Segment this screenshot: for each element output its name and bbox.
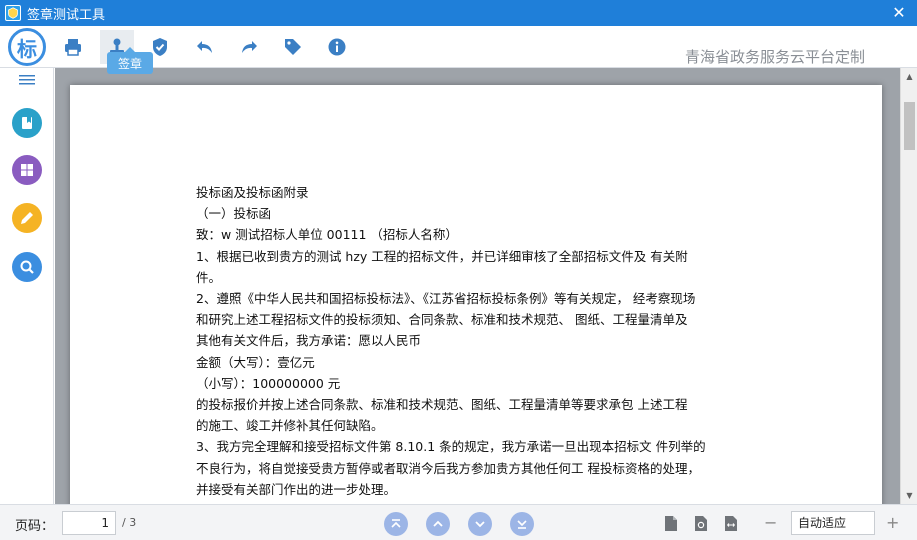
scroll-up-arrow[interactable]: ▲	[901, 68, 917, 85]
app-icon	[5, 5, 21, 21]
zoom-out-button[interactable]: −	[764, 513, 777, 532]
vertical-scrollbar[interactable]: ▲ ▼	[900, 68, 917, 504]
close-icon: ✕	[892, 2, 906, 22]
window-title: 签章测试工具	[27, 7, 106, 23]
verify-icon	[153, 38, 167, 56]
annotate-button[interactable]	[12, 203, 42, 233]
redo-button[interactable]	[232, 30, 266, 64]
sign-tooltip: 签章	[107, 47, 153, 74]
tag-button[interactable]	[276, 30, 310, 64]
left-sidebar	[0, 68, 54, 504]
document-viewport[interactable]: 投标函及投标函附录 （一）投标函致：w 测试招标人单位 00111 （招标人名称）…	[55, 68, 900, 504]
undo-button[interactable]	[188, 30, 222, 64]
search-icon	[20, 260, 34, 274]
pen-icon	[21, 212, 33, 224]
fit-page-icon[interactable]	[694, 515, 708, 532]
page-total: / 3	[122, 516, 137, 529]
document-line: 和研究上述工程招标文件的投标须知、合同条款、标准和技术规范、 图纸、工程量清单及	[196, 312, 688, 328]
document-line: 件。	[196, 269, 222, 285]
bookmark-button[interactable]	[12, 108, 42, 138]
last-page-icon	[517, 520, 527, 529]
document-text: 投标函及投标函附录 （一）投标函致：w 测试招标人单位 00111 （招标人名称）…	[196, 182, 766, 500]
document-line: 的施工、竣工并修补其任何缺陷。	[196, 418, 384, 434]
document-page: 投标函及投标函附录 （一）投标函致：w 测试招标人单位 00111 （招标人名称）…	[70, 85, 882, 504]
info-icon	[328, 38, 346, 56]
document-line: 1、根据已收到贵方的测试 hzy 工程的招标文件，并已详细审核了全部招标文件及 …	[196, 248, 688, 264]
next-page-button[interactable]	[468, 512, 492, 536]
page-number-input[interactable]	[62, 511, 116, 535]
chevron-up-icon	[433, 520, 443, 527]
document-line: 不良行为，将自觉接受贵方暂停或者取消今后我方参加贵方其他任何工 程投标资格的处理…	[196, 460, 700, 476]
print-icon	[65, 39, 81, 56]
page-label: 页码：	[15, 519, 55, 534]
document-line: （一）投标函	[196, 206, 272, 222]
menu-icon[interactable]	[19, 74, 35, 86]
first-page-icon	[391, 519, 401, 528]
document-line: 的投标报价并按上述合同条款、标准和技术规范、图纸、工程量清单等要求承包 上述工程	[196, 397, 688, 413]
thumbnail-button[interactable]	[12, 155, 42, 185]
fit-width-icon[interactable]	[724, 515, 738, 532]
close-button[interactable]: ✕	[889, 2, 909, 22]
last-page-button[interactable]	[510, 512, 534, 536]
zoom-in-button[interactable]: +	[886, 513, 899, 532]
brand-text: 青海省政务服务云平台定制	[684, 48, 865, 66]
zoom-select[interactable]: 自动适应	[791, 511, 875, 535]
prev-page-button[interactable]	[426, 512, 450, 536]
document-line: （小写）：100000000 元	[196, 375, 341, 391]
document-line: 投标函及投标函附录	[196, 185, 309, 200]
document-line: 其他有关文件后，我方承诺：愿以人民币	[196, 333, 422, 349]
search-button[interactable]	[12, 252, 42, 282]
bottom-bar: 页码： / 3 − 自动适应 +	[0, 504, 917, 540]
undo-icon	[197, 41, 212, 53]
document-line: 致：w 测试招标人单位 00111 （招标人名称）	[196, 227, 458, 243]
print-button[interactable]	[56, 30, 90, 64]
first-page-button[interactable]	[384, 512, 408, 536]
logo: 标	[8, 28, 46, 66]
info-button[interactable]	[320, 30, 354, 64]
chevron-down-icon	[475, 521, 485, 528]
single-page-icon[interactable]	[664, 515, 678, 532]
redo-icon	[242, 41, 257, 53]
document-line: 2、遵照《中华人民共和国招标投标法》、《江苏省招标投标条例》等有关规定， 经考察…	[196, 291, 696, 307]
scroll-thumb[interactable]	[904, 102, 915, 150]
document-line: 并接受有关部门作出的进一步处理。	[196, 481, 397, 497]
grid-icon	[21, 164, 33, 176]
bookmark-icon	[22, 117, 32, 129]
document-line: 金额（大写）：壹亿元	[196, 354, 315, 370]
scroll-down-arrow[interactable]: ▼	[901, 487, 917, 504]
document-line: 3、我方完全理解和接受招标文件第 8.10.1 条的规定，我方承诺一旦出现本招标…	[196, 439, 706, 455]
tag-icon	[285, 39, 301, 55]
title-bar: 签章测试工具 ✕	[0, 0, 917, 26]
